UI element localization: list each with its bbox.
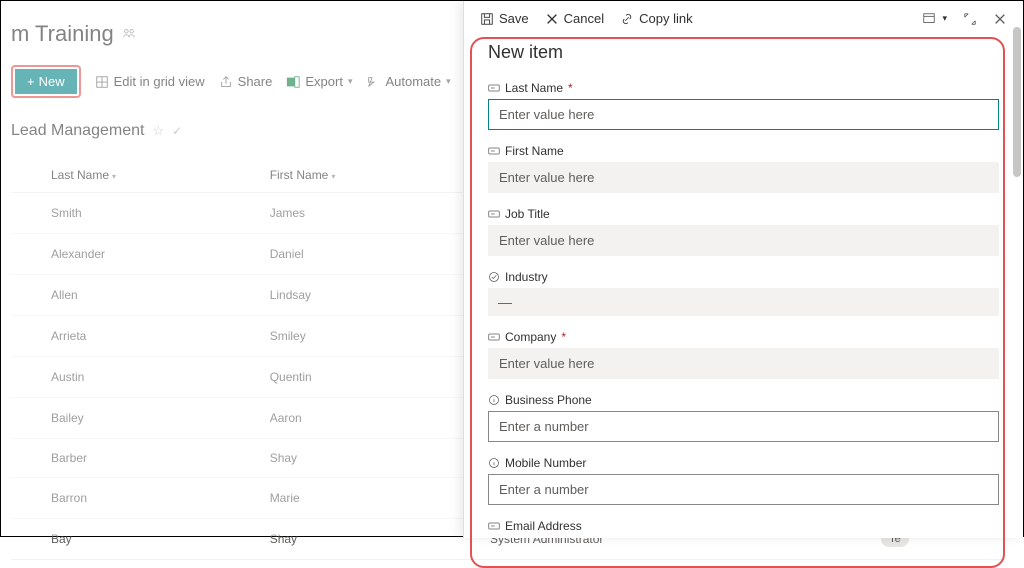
automate-label: Automate: [385, 74, 441, 89]
close-panel-button[interactable]: [993, 12, 1007, 26]
col-lastname[interactable]: Last Name▾: [41, 158, 260, 193]
check-icon: ✓: [172, 124, 182, 138]
company-input[interactable]: [488, 348, 999, 379]
panel-body: New item Last Name* First Name Job Title: [464, 36, 1023, 538]
teams-icon: [122, 26, 136, 43]
save-button[interactable]: Save: [480, 11, 529, 26]
export-button[interactable]: Export ▾: [286, 74, 352, 89]
star-icon[interactable]: ☆: [152, 123, 164, 139]
mphone-input[interactable]: [488, 474, 999, 505]
company-label: Company*: [488, 330, 999, 344]
lastname-label: Last Name*: [488, 81, 999, 95]
share-label: Share: [238, 74, 273, 89]
page-title-text: m Training: [11, 21, 114, 47]
expand-button[interactable]: [963, 12, 977, 26]
new-button-highlight: + New: [11, 65, 81, 98]
email-input[interactable]: [488, 537, 999, 538]
chevron-down-icon: ▾: [348, 76, 353, 87]
chevron-down-icon: ▾: [446, 76, 451, 87]
choice-icon: [488, 271, 500, 283]
grid-icon: [95, 75, 109, 89]
email-label: Email Address: [488, 519, 999, 533]
industry-label: Industry: [488, 270, 999, 284]
link-icon: [620, 12, 634, 26]
info-icon: [488, 457, 500, 469]
jobtitle-input[interactable]: [488, 225, 999, 256]
new-button[interactable]: + New: [15, 69, 77, 94]
excel-icon: [286, 75, 300, 89]
new-item-panel: Save Cancel Copy link ▾ New item Last Na…: [463, 1, 1023, 538]
plus-icon: +: [27, 74, 35, 89]
edit-grid-label: Edit in grid view: [114, 74, 205, 89]
flow-icon: [366, 75, 380, 89]
share-button[interactable]: Share: [219, 74, 273, 89]
automate-button[interactable]: Automate ▾: [366, 74, 450, 89]
bphone-input[interactable]: [488, 411, 999, 442]
firstname-label: First Name: [488, 144, 999, 158]
share-icon: [219, 75, 233, 89]
save-icon: [480, 12, 494, 26]
cancel-label: Cancel: [564, 11, 604, 26]
col-select: [11, 158, 41, 193]
list-title-text: Lead Management: [11, 122, 144, 140]
text-icon: [488, 520, 500, 532]
firstname-input[interactable]: [488, 162, 999, 193]
info-icon: [488, 394, 500, 406]
bphone-label: Business Phone: [488, 393, 999, 407]
text-icon: [488, 331, 500, 343]
text-icon: [488, 208, 500, 220]
jobtitle-label: Job Title: [488, 207, 999, 221]
copylink-button[interactable]: Copy link: [620, 11, 692, 26]
panel-toolbar: Save Cancel Copy link ▾: [464, 1, 1023, 36]
edit-grid-button[interactable]: Edit in grid view: [95, 74, 205, 89]
export-label: Export: [305, 74, 343, 89]
text-icon: [488, 145, 500, 157]
copylink-label: Copy link: [639, 11, 692, 26]
mphone-label: Mobile Number: [488, 456, 999, 470]
cancel-button[interactable]: Cancel: [545, 11, 604, 26]
scrollbar[interactable]: [1013, 27, 1021, 177]
close-icon: [545, 12, 559, 26]
industry-select[interactable]: —: [488, 288, 999, 316]
new-button-label: New: [39, 74, 65, 89]
panel-heading: New item: [488, 42, 999, 63]
edit-form-button[interactable]: ▾: [922, 12, 947, 26]
text-icon: [488, 82, 500, 94]
col-firstname[interactable]: First Name▾: [260, 158, 480, 193]
lastname-input[interactable]: [488, 99, 999, 130]
save-label: Save: [499, 11, 529, 26]
